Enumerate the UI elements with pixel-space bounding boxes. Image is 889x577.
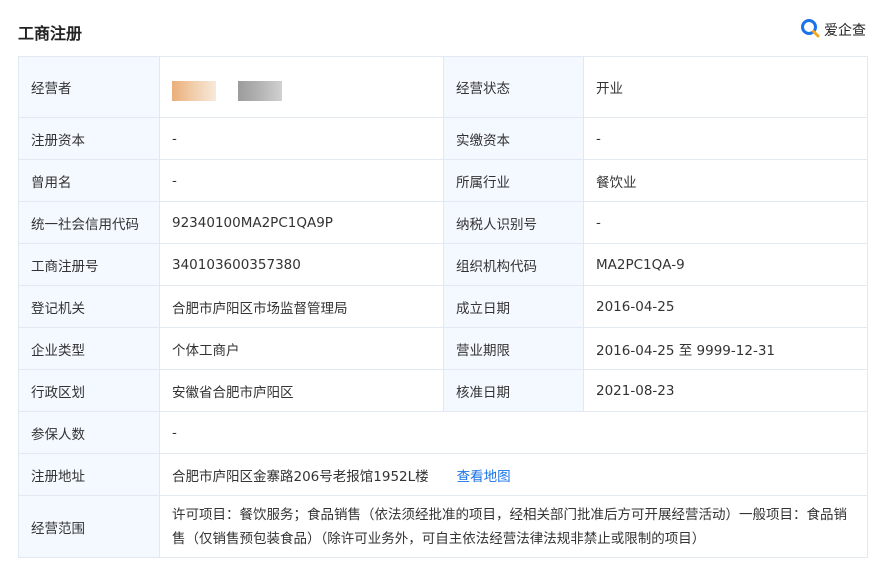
table-row: 注册地址 合肥市庐阳区金寨路206号老报馆1952L楼 查看地图 xyxy=(19,454,867,496)
field-label: 曾用名 xyxy=(19,160,159,201)
field-label: 经营状态 xyxy=(443,57,583,117)
redacted-name-block xyxy=(238,81,282,101)
table-row: 登记机关 合肥市庐阳区市场监督管理局 成立日期 2016-04-25 xyxy=(19,286,867,328)
field-label: 经营者 xyxy=(19,57,159,117)
table-row: 工商注册号 340103600357380 组织机构代码 MA2PC1QA-9 xyxy=(19,244,867,286)
view-map-link[interactable]: 查看地图 xyxy=(457,465,511,485)
field-label: 统一社会信用代码 xyxy=(19,202,159,243)
field-value: 2016-04-25 至 9999-12-31 xyxy=(583,328,867,369)
table-row: 经营范围 许可项目：餐饮服务；食品销售（依法须经批准的项目，经相关部门批准后方可… xyxy=(19,496,867,557)
field-value: 个体工商户 xyxy=(159,328,443,369)
table-row: 企业类型 个体工商户 营业期限 2016-04-25 至 9999-12-31 xyxy=(19,328,867,370)
field-value: - xyxy=(583,118,867,159)
field-value: 92340100MA2PC1QA9P xyxy=(159,202,443,243)
field-label: 核准日期 xyxy=(443,370,583,411)
field-value: 2016-04-25 xyxy=(583,286,867,327)
business-scope-cell: 许可项目：餐饮服务；食品销售（依法须经批准的项目，经相关部门批准后方可开展经营活… xyxy=(159,496,867,557)
business-scope-text: 许可项目：餐饮服务；食品销售（依法须经批准的项目，经相关部门批准后方可开展经营活… xyxy=(172,506,847,547)
registered-address: 合肥市庐阳区金寨路206号老报馆1952L楼 xyxy=(172,468,429,485)
field-value: - xyxy=(583,202,867,243)
field-label: 行政区划 xyxy=(19,370,159,411)
registration-table: 经营者 经营状态 开业 注册资本 - 实缴资本 - 曾用名 - 所属行业 餐饮业… xyxy=(18,56,868,558)
brand-text: 爱企查 xyxy=(824,23,866,39)
brand-logo[interactable]: 爱企查 xyxy=(800,18,866,42)
field-label: 纳税人识别号 xyxy=(443,202,583,243)
card-header: 工商注册 爱企查 xyxy=(18,18,870,48)
field-label: 企业类型 xyxy=(19,328,159,369)
field-label: 组织机构代码 xyxy=(443,244,583,285)
field-value: 合肥市庐阳区市场监督管理局 xyxy=(159,286,443,327)
table-row: 经营者 经营状态 开业 xyxy=(19,57,867,118)
operator-value xyxy=(159,57,443,117)
table-row: 统一社会信用代码 92340100MA2PC1QA9P 纳税人识别号 - xyxy=(19,202,867,244)
address-value-cell: 合肥市庐阳区金寨路206号老报馆1952L楼 查看地图 xyxy=(159,454,867,495)
field-value: - xyxy=(159,118,443,159)
field-label: 经营范围 xyxy=(19,496,159,557)
field-label: 注册资本 xyxy=(19,118,159,159)
field-value: 安徽省合肥市庐阳区 xyxy=(159,370,443,411)
field-value: 开业 xyxy=(583,57,867,117)
brand-search-icon xyxy=(800,18,820,42)
section-title: 工商注册 xyxy=(18,24,83,43)
field-label: 所属行业 xyxy=(443,160,583,201)
field-value: 餐饮业 xyxy=(583,160,867,201)
table-row: 曾用名 - 所属行业 餐饮业 xyxy=(19,160,867,202)
field-value: MA2PC1QA-9 xyxy=(583,244,867,285)
field-label: 工商注册号 xyxy=(19,244,159,285)
field-label: 登记机关 xyxy=(19,286,159,327)
redacted-name-block xyxy=(172,81,216,101)
field-label: 营业期限 xyxy=(443,328,583,369)
table-row: 行政区划 安徽省合肥市庐阳区 核准日期 2021-08-23 xyxy=(19,370,867,412)
field-label: 实缴资本 xyxy=(443,118,583,159)
field-value: - xyxy=(159,160,443,201)
field-value: 340103600357380 xyxy=(159,244,443,285)
table-row: 参保人数 - xyxy=(19,412,867,454)
field-label: 参保人数 xyxy=(19,412,159,453)
field-label: 注册地址 xyxy=(19,454,159,495)
field-label: 成立日期 xyxy=(443,286,583,327)
field-value: - xyxy=(159,412,867,453)
field-value: 2021-08-23 xyxy=(583,370,867,411)
table-row: 注册资本 - 实缴资本 - xyxy=(19,118,867,160)
business-registration-card: 工商注册 爱企查 经营者 经营状态 开业 注册资本 - 实缴资本 - 曾用名 -… xyxy=(0,0,889,577)
